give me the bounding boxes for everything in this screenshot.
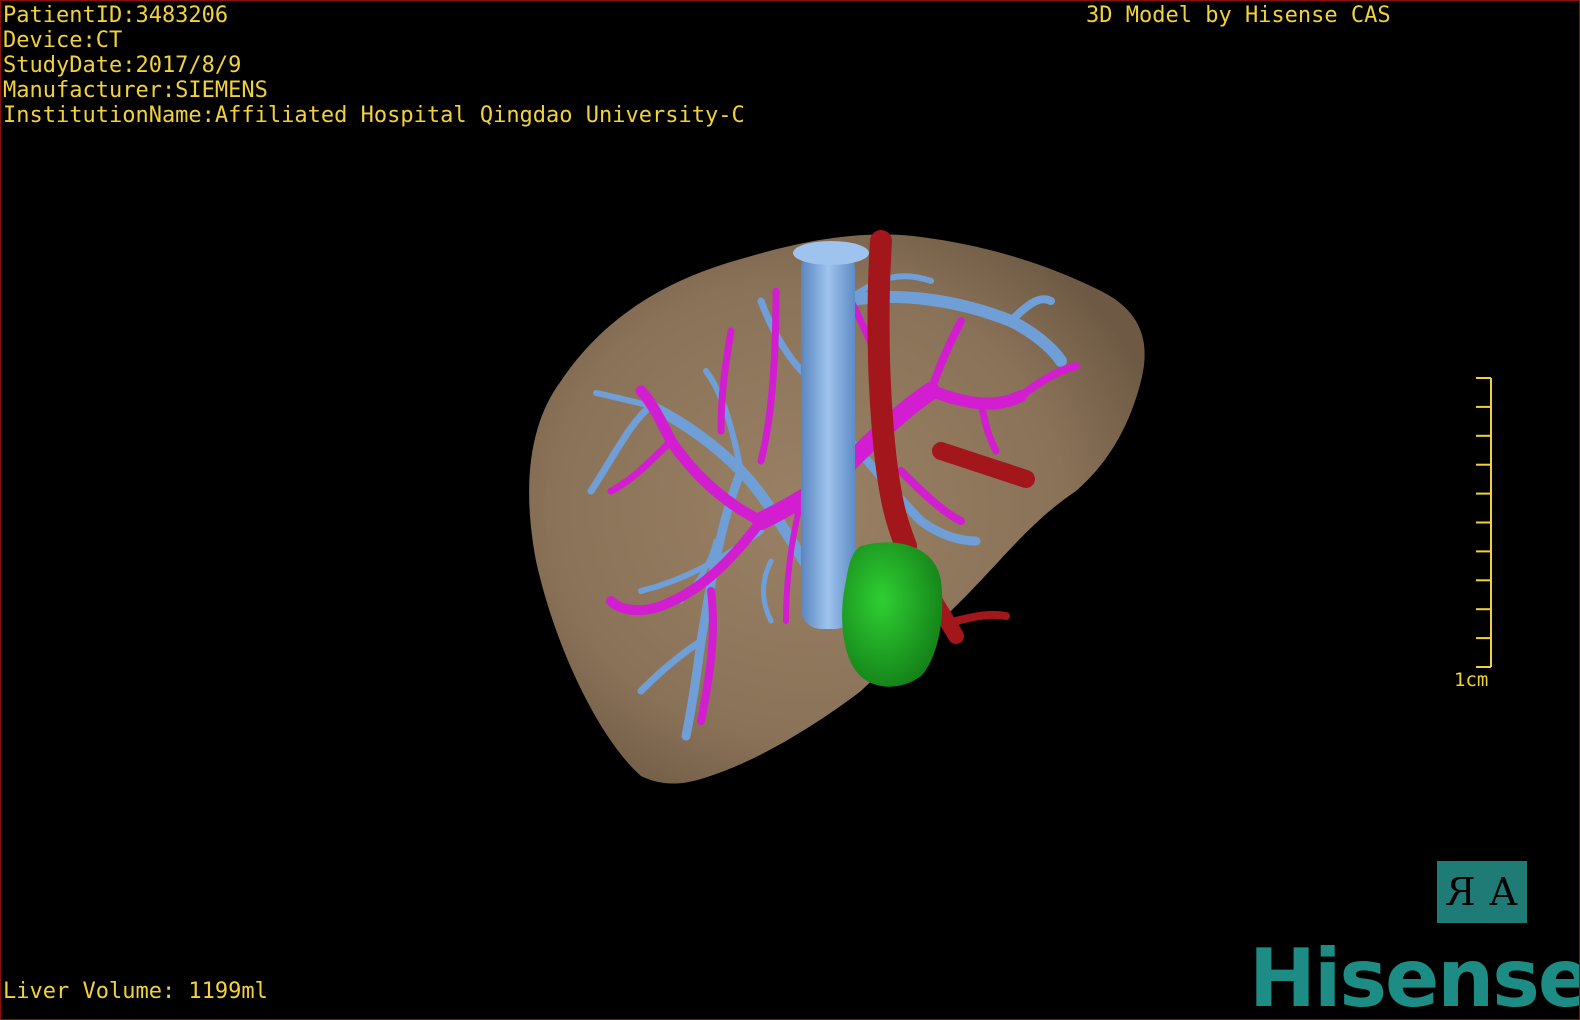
study-info-overlay: PatientID:3483206 Device:CT StudyDate:20… xyxy=(3,3,745,128)
device: Device:CT xyxy=(3,28,123,53)
scale-label: 1cm xyxy=(1454,669,1489,691)
inferior-vena-cava xyxy=(801,249,855,629)
brand-logo: Hisense xyxy=(1249,932,1580,1020)
ivc-top xyxy=(793,241,869,265)
patient-id: PatientID:3483206 xyxy=(3,3,229,28)
institution-name: InstitutionName:Affiliated Hospital Qing… xyxy=(3,103,745,128)
3d-viewport[interactable]: PatientID:3483206 Device:CT StudyDate:20… xyxy=(0,0,1580,1020)
lesion xyxy=(842,542,943,687)
model-credit: 3D Model by Hisense CAS xyxy=(1086,3,1391,28)
orientation-right-label: A xyxy=(1489,870,1518,914)
scale-bar xyxy=(1476,377,1492,668)
liver-volume: Liver Volume: 1199ml xyxy=(3,979,268,1004)
manufacturer: Manufacturer:SIEMENS xyxy=(3,78,268,103)
orientation-left-label: R xyxy=(1446,870,1476,914)
study-date: StudyDate:2017/8/9 xyxy=(3,53,242,78)
orientation-button[interactable]: R A xyxy=(1437,861,1527,923)
liver-3d-model[interactable] xyxy=(1,1,1579,1019)
